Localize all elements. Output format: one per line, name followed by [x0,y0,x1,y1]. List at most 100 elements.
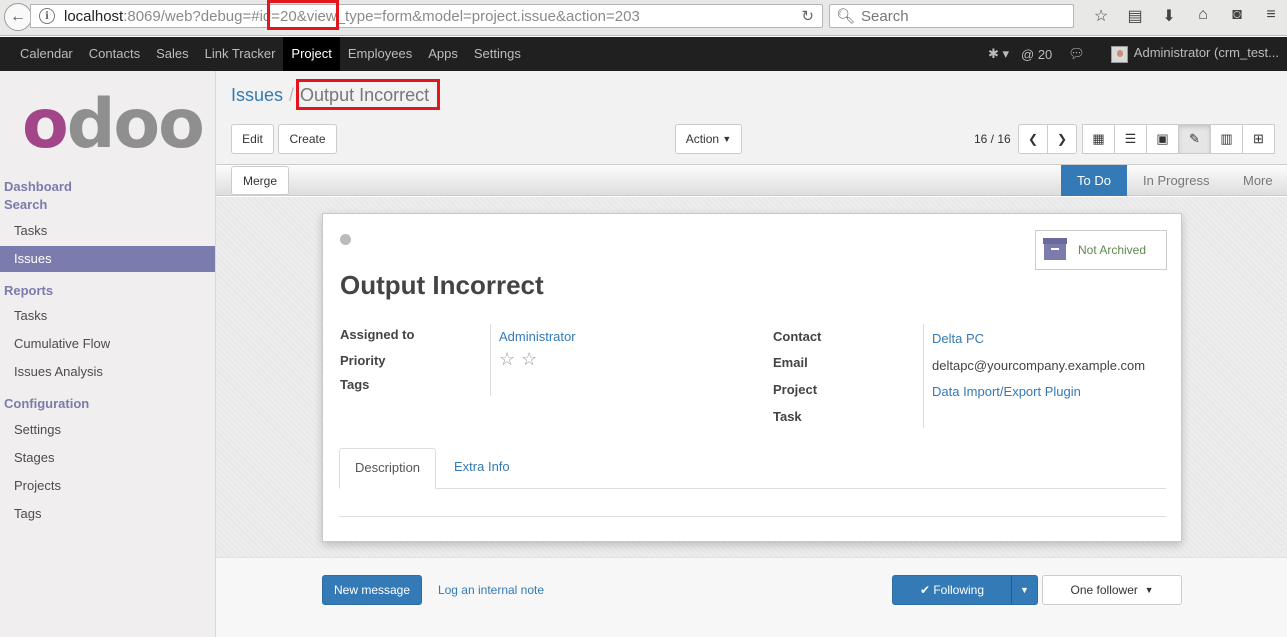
browser-search-input[interactable]: 🔍︎ Search [829,4,1074,28]
search-icon: 🔍︎ [836,8,856,25]
nav-calendar[interactable]: Calendar [12,37,81,71]
label-priority: Priority [340,353,386,368]
calendar-view-icon[interactable]: ▣ [1146,124,1179,154]
following-button[interactable]: ✔ Following [892,575,1012,605]
label-contact: Contact [773,329,822,344]
caret-down-icon: ▼ [1144,585,1154,595]
control-panel: Issues / Output Incorrect Edit Create Acti… [216,71,1287,164]
merge-button[interactable]: Merge [231,166,289,195]
breadcrumb-current: Output Incorrect [300,85,430,105]
list-view-icon[interactable]: ☰ [1114,124,1147,154]
nav-link-tracker[interactable]: Link Tracker [197,37,284,71]
form-view-icon[interactable]: ✎ [1178,124,1211,154]
form-sheet-background: Not Archived Output Incorrect Assigned t… [216,197,1287,557]
nav-project[interactable]: Project [283,37,340,71]
menu-icon[interactable]: ≡ [1254,6,1287,26]
info-icon[interactable]: i [39,8,55,24]
back-button[interactable]: ← [4,3,32,31]
chevron-right-icon: ❯ [1056,132,1068,146]
bookmark-star-icon[interactable]: ☆ [1084,6,1118,26]
sidebar-heading-configuration[interactable]: Configuration [4,396,89,411]
graph-view-icon[interactable]: ▥ [1210,124,1243,154]
log-note-link[interactable]: Log an internal note [432,575,550,605]
tab-extra-info[interactable]: Extra Info [439,448,525,488]
odoo-logo[interactable]: odoo [22,91,205,159]
sidebar-item-tags[interactable]: Tags [0,501,215,527]
sidebar-heading-dashboard[interactable]: Dashboard [4,179,72,194]
followers-label: One follower [1070,583,1138,597]
contact-value[interactable]: Delta PC [932,331,984,346]
priority-star-icon-2[interactable]: ☆ [521,349,537,370]
nav-employees[interactable]: Employees [340,37,420,71]
action-dropdown[interactable]: Action ▼ [675,124,742,154]
messages-indicator[interactable]: @ 20 [1021,47,1052,62]
avatar [1110,45,1128,63]
pager-previous-button[interactable]: ❮ [1018,124,1048,154]
kanban-state-dot[interactable] [340,234,351,245]
download-icon[interactable]: ⬇ [1152,6,1186,26]
label-assigned-to: Assigned to [340,327,415,342]
view-switcher: ▦ ☰ ▣ ✎ ▥ ⊞ [1082,124,1275,154]
nav-apps[interactable]: Apps [420,37,466,71]
sidebar-item-report-tasks[interactable]: Tasks [0,303,215,329]
stage-more[interactable]: More [1243,165,1273,196]
debug-bug-icon[interactable]: ✱ ▾ [988,46,1009,62]
home-icon[interactable]: ⌂ [1186,6,1220,26]
reload-icon[interactable]: ↻ [801,7,814,25]
action-label: Action [685,132,720,146]
pager-value: 16 / 16 [974,132,1011,146]
chat-icon[interactable]: 💬︎ [1068,46,1085,62]
sidebar-item-settings[interactable]: Settings [0,417,215,443]
nav-contacts[interactable]: Contacts [81,37,148,71]
new-message-button[interactable]: New message [322,575,422,605]
following-dropdown-button[interactable]: ▼ [1011,575,1038,605]
url-path: :8069/web?debug=#id=20&view_type=form&mo… [123,7,640,25]
tab-description[interactable]: Description [339,448,437,489]
breadcrumb-issues[interactable]: Issues [231,85,283,105]
archive-box-icon [1043,238,1067,260]
user-menu[interactable]: Administrator (crm_test... [1105,45,1279,63]
pager-next-button[interactable]: ❯ [1047,124,1077,154]
breadcrumb-separator: / [289,85,295,105]
sidebar: odoo Dashboard Search Tasks Issues Repor… [0,71,216,637]
caret-down-icon: ▼ [722,134,732,144]
email-value: deltapc@yourcompany.example.com [932,358,1146,373]
browser-toolbar: ← i localhost:8069/web?debug=#id=20&view… [0,0,1287,36]
nav-sales[interactable]: Sales [148,37,197,71]
sidebar-item-tasks[interactable]: Tasks [0,218,215,244]
stage-in-progress[interactable]: In Progress [1143,165,1209,196]
main-content: Issues / Output Incorrect Edit Create Acti… [216,71,1287,637]
sidebar-item-stages[interactable]: Stages [0,445,215,471]
archive-status: Not Archived [1078,243,1147,257]
caret-down-icon: ▼ [1020,585,1029,595]
sidebar-item-cumulative-flow[interactable]: Cumulative Flow [0,331,215,357]
create-button[interactable]: Create [278,124,337,154]
message-count: 20 [1037,46,1053,62]
address-bar[interactable]: i localhost:8069/web?debug=#id=20&view_t… [30,4,823,28]
notebook-tabs: Description Extra Info [339,448,1166,489]
breadcrumb: Issues / Output Incorrect [231,85,429,106]
priority-star-icon-1[interactable]: ☆ [499,349,515,370]
sidebar-item-issues[interactable]: Issues [0,246,215,272]
form-sheet: Not Archived Output Incorrect Assigned t… [322,213,1182,542]
url-host: localhost [64,7,124,25]
top-nav: Calendar Contacts Sales Link Tracker Pro… [0,37,1287,71]
assigned-to-value[interactable]: Administrator [499,329,576,344]
chatter: New message Log an internal note ✔ Follo… [216,557,1287,637]
followers-dropdown[interactable]: One follower ▼ [1042,575,1182,605]
reading-list-icon[interactable]: ▤ [1118,6,1152,26]
sidebar-heading-search[interactable]: Search [4,197,47,212]
following-label: Following [933,583,985,597]
archive-toggle-button[interactable]: Not Archived [1035,230,1167,270]
pivot-view-icon[interactable]: ⊞ [1242,124,1275,154]
sidebar-item-projects[interactable]: Projects [0,473,215,499]
edit-button[interactable]: Edit [231,124,274,154]
sidebar-item-issues-analysis[interactable]: Issues Analysis [0,359,215,385]
sidebar-heading-reports[interactable]: Reports [4,283,53,298]
kanban-view-icon[interactable]: ▦ [1082,124,1115,154]
stage-todo[interactable]: To Do [1061,165,1127,196]
pocket-icon[interactable]: ◙ [1220,6,1254,26]
nav-settings[interactable]: Settings [466,37,529,71]
project-value[interactable]: Data Import/Export Plugin [932,384,1081,399]
status-bar: Merge To Do In Progress More [216,164,1287,196]
